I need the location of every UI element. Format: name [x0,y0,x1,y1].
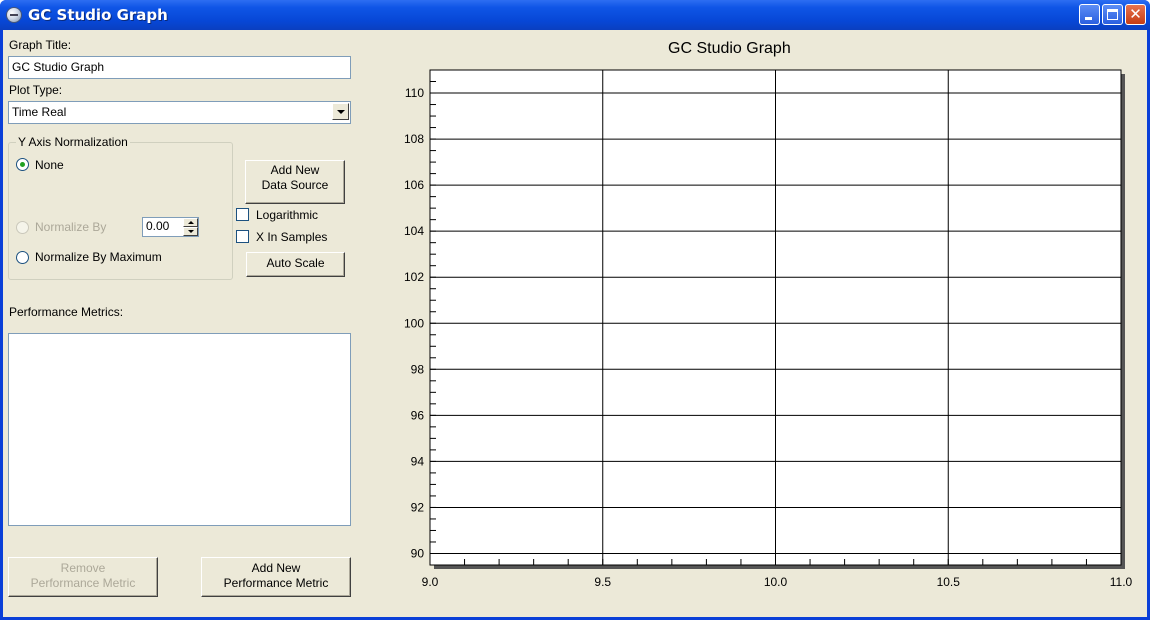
minimize-button[interactable] [1079,4,1100,25]
x-tick-label: 9.5 [594,575,611,589]
y-tick-label: 90 [411,546,425,560]
y-tick-label: 94 [411,454,425,468]
y-tick-label: 108 [404,132,424,146]
maximize-button[interactable] [1102,4,1123,25]
close-icon: ✕ [1129,5,1142,23]
app-window: GC Studio Graph ✕ Graph Title: GC Studio… [0,0,1150,620]
y-tick-label: 98 [411,362,425,376]
x-tick-label: 10.0 [764,575,788,589]
y-tick-label: 100 [404,316,424,330]
close-button[interactable]: ✕ [1125,4,1146,25]
x-tick-label: 9.0 [422,575,439,589]
client-area: Graph Title: GC Studio Graph Plot Type: … [3,30,1147,617]
title-bar[interactable]: GC Studio Graph ✕ [0,0,1150,30]
y-tick-label: 110 [405,86,424,100]
y-tick-label: 106 [404,178,424,192]
minimize-icon [1085,17,1092,20]
x-tick-label: 11.0 [1110,575,1133,589]
y-tick-label: 96 [411,408,425,422]
x-tick-label: 10.5 [937,575,961,589]
y-tick-label: 104 [404,224,424,238]
window-title: GC Studio Graph [28,6,168,24]
y-tick-label: 92 [411,500,425,514]
y-tick-label: 102 [404,270,424,284]
app-globe-icon [6,7,22,23]
maximize-icon [1107,9,1118,20]
chart-plot: 90 92 94 96 98 100 102 104 106 108 110 9.0 9.5 10.0 10… [404,69,1133,589]
